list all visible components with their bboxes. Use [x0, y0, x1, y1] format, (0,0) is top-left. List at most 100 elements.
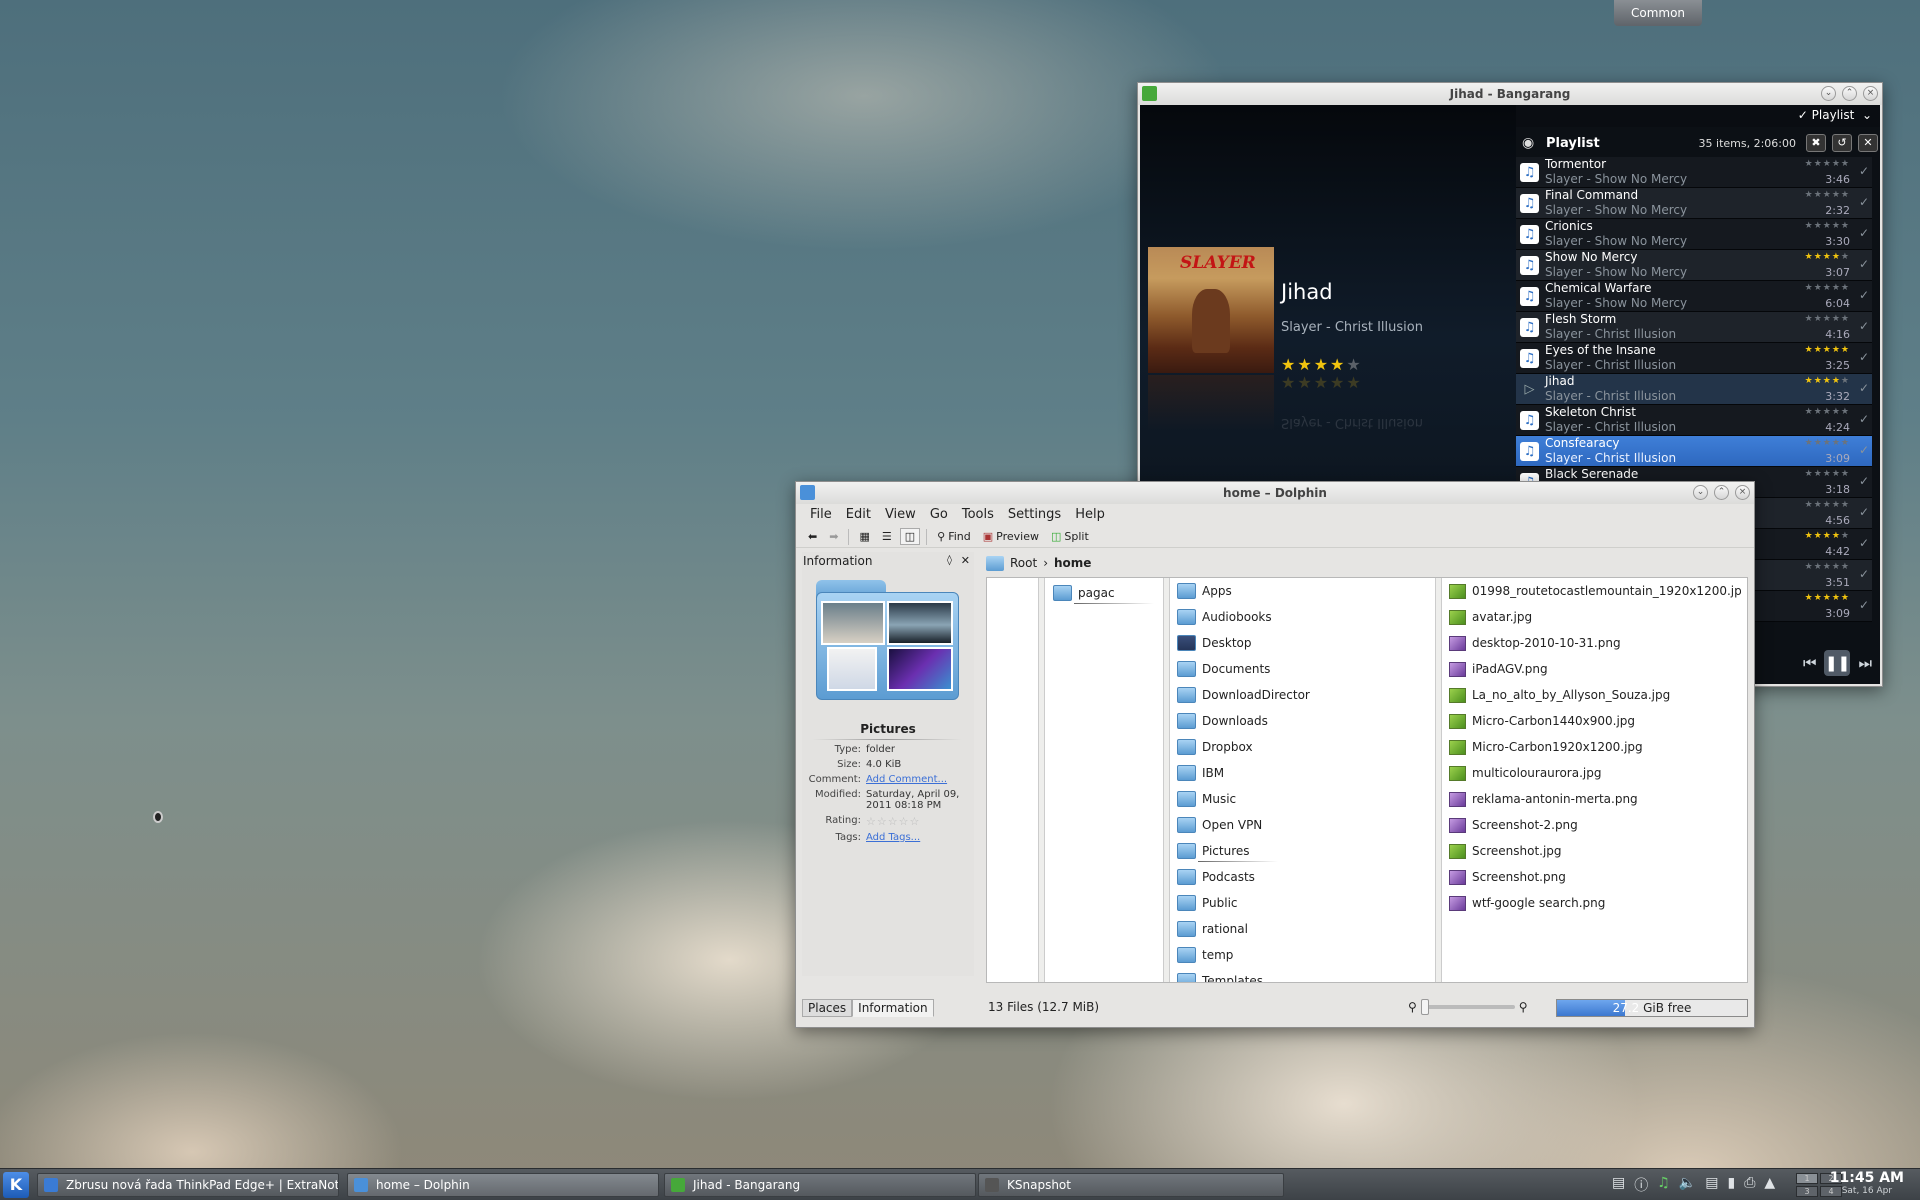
star-icon[interactable]: ★ — [1805, 252, 1814, 262]
folder-item[interactable]: Desktop — [1171, 630, 1431, 656]
star-icon[interactable]: ★ — [1814, 500, 1823, 510]
check-icon[interactable]: ✓ — [1859, 567, 1869, 581]
menu-settings[interactable]: Settings — [1002, 504, 1067, 526]
maximize-button[interactable]: ⌃ — [1714, 485, 1729, 500]
star-icon[interactable]: ★ — [1814, 407, 1823, 417]
star-icon[interactable]: ★ — [1805, 283, 1814, 293]
star-icon[interactable]: ★ — [1805, 314, 1814, 324]
star-icon[interactable]: ★ — [1841, 438, 1850, 448]
playlist-row[interactable]: ♫ Final Command Slayer - Show No Mercy ★★★★… — [1516, 188, 1872, 219]
track-rating[interactable]: ★★★★★ — [1805, 221, 1850, 231]
folder-item[interactable]: Dropbox — [1171, 734, 1431, 760]
add-tags-link[interactable]: Add Tags... — [866, 832, 974, 843]
check-icon[interactable]: ✓ — [1859, 381, 1869, 395]
close-panel-icon[interactable]: ✕ — [961, 552, 970, 570]
star-icon[interactable]: ★ — [1832, 469, 1841, 479]
folder-item[interactable]: Open VPN — [1171, 812, 1431, 838]
star-icon[interactable]: ★ — [1314, 355, 1330, 374]
star-icon[interactable]: ★ — [1832, 562, 1841, 572]
star-icon[interactable]: ★ — [1823, 159, 1832, 169]
maximize-button[interactable]: ⌃ — [1842, 86, 1857, 101]
star-icon[interactable]: ★ — [1823, 190, 1832, 200]
playlist-row[interactable]: ♫ Crionics Slayer - Show No Mercy ★★★★★ 3:30… — [1516, 219, 1872, 250]
pause-button[interactable]: ❚❚ — [1824, 650, 1851, 676]
split-button[interactable]: ◫ Split — [1047, 529, 1093, 544]
kde-launcher-button[interactable]: K — [3, 1172, 29, 1198]
star-icon[interactable]: ★ — [1814, 283, 1823, 293]
star-icon[interactable]: ★ — [1841, 500, 1850, 510]
info-icon[interactable]: ⓘ — [1634, 1175, 1648, 1195]
star-icon[interactable]: ★ — [1823, 314, 1832, 324]
check-icon[interactable]: ✓ — [1859, 164, 1869, 178]
forward-icon[interactable]: ➡ — [825, 529, 842, 544]
star-icon[interactable]: ★ — [1814, 345, 1823, 355]
star-icon[interactable]: ★ — [1832, 221, 1841, 231]
tray-expand-icon[interactable]: ▲ — [1764, 1175, 1775, 1195]
check-icon[interactable]: ✓ — [1859, 319, 1869, 333]
check-icon[interactable]: ✓ — [1859, 350, 1869, 364]
playlist-row[interactable]: ♫ Skeleton Christ Slayer - Christ Illusion… — [1516, 405, 1872, 436]
folder-item[interactable]: temp — [1171, 942, 1431, 968]
playlist-row[interactable]: ♫ Consfearacy Slayer - Christ Illusion ★★★★… — [1516, 436, 1872, 467]
star-icon[interactable]: ★ — [1841, 562, 1850, 572]
playlist-row[interactable]: ♫ Chemical Warfare Slayer - Show No Mercy ★… — [1516, 281, 1872, 312]
star-icon[interactable]: ★ — [1330, 355, 1346, 374]
star-icon[interactable]: ★ — [1805, 159, 1814, 169]
column-divider[interactable] — [1163, 578, 1170, 982]
icons-view-icon[interactable]: ▦ — [855, 529, 873, 544]
dolphin-titlebar[interactable]: home – Dolphin ⌄ ⌃ × — [796, 482, 1754, 504]
star-icon[interactable]: ★ — [1841, 159, 1850, 169]
zoom-out-icon[interactable]: ⚲ — [1408, 1000, 1417, 1014]
star-icon[interactable]: ★ — [1832, 314, 1841, 324]
check-icon[interactable]: ✓ — [1859, 412, 1869, 426]
star-icon[interactable]: ★ — [1832, 190, 1841, 200]
star-icon[interactable]: ★ — [1823, 531, 1832, 541]
star-icon[interactable]: ★ — [1346, 355, 1362, 374]
task-bangarang[interactable]: Jihad - Bangarang — [664, 1173, 976, 1197]
star-icon[interactable]: ★ — [1814, 159, 1823, 169]
clipboard-icon[interactable]: ▤ — [1705, 1175, 1718, 1195]
star-icon[interactable]: ★ — [1823, 593, 1832, 603]
track-rating[interactable]: ★★★★★ — [1805, 593, 1850, 603]
menu-file[interactable]: File — [804, 504, 838, 526]
star-icon[interactable]: ★ — [1832, 438, 1841, 448]
star-icon[interactable]: ★ — [1823, 407, 1832, 417]
track-rating[interactable]: ★★★★★ — [1805, 500, 1850, 510]
folder-item[interactable]: Apps — [1171, 578, 1431, 604]
star-icon[interactable]: ★ — [1841, 593, 1850, 603]
star-icon[interactable]: ★ — [1823, 221, 1832, 231]
star-icon[interactable]: ★ — [1823, 283, 1832, 293]
back-icon[interactable]: ⬅ — [804, 529, 821, 544]
track-rating[interactable]: ★★★★★ — [1805, 376, 1850, 386]
check-icon[interactable]: ✓ — [1859, 443, 1869, 457]
star-icon[interactable]: ★ — [1823, 252, 1832, 262]
file-item[interactable]: desktop-2010-10-31.png — [1443, 630, 1741, 656]
desktop-1[interactable]: 1 — [1796, 1173, 1818, 1184]
file-item[interactable]: reklama-antonin-merta.png — [1443, 786, 1741, 812]
file-item[interactable]: Screenshot.png — [1443, 864, 1741, 890]
zoom-slider-handle[interactable] — [1420, 999, 1429, 1015]
star-icon[interactable]: ★ — [1297, 355, 1313, 374]
track-rating[interactable]: ★★★★★ — [1805, 345, 1850, 355]
playlist-row[interactable]: ♫ Show No Mercy Slayer - Show No Mercy ★★★★… — [1516, 250, 1872, 281]
star-icon[interactable]: ★ — [1805, 221, 1814, 231]
file-item[interactable]: iPadAGV.png — [1443, 656, 1741, 682]
printer-icon[interactable]: ⎙ — [1744, 1175, 1755, 1195]
check-icon[interactable]: ✓ — [1859, 226, 1869, 240]
bangarang-tray-icon[interactable]: ♫ — [1657, 1175, 1670, 1195]
file-item[interactable]: Micro-Carbon1920x1200.jpg — [1443, 734, 1741, 760]
menu-tools[interactable]: Tools — [956, 504, 1000, 526]
star-icon[interactable]: ★ — [1814, 190, 1823, 200]
star-icon[interactable]: ★ — [1805, 500, 1814, 510]
star-icon[interactable]: ★ — [1823, 345, 1832, 355]
star-icon[interactable]: ★ — [1281, 355, 1297, 374]
battery-icon[interactable]: ▮ — [1727, 1175, 1735, 1195]
star-icon[interactable]: ★ — [1832, 593, 1841, 603]
star-icon[interactable]: ★ — [1832, 159, 1841, 169]
star-icon[interactable]: ★ — [1814, 221, 1823, 231]
folder-item[interactable]: Music — [1171, 786, 1431, 812]
star-icon[interactable]: ★ — [1841, 376, 1850, 386]
star-icon[interactable]: ★ — [1814, 252, 1823, 262]
star-icon[interactable]: ★ — [1805, 531, 1814, 541]
star-icon[interactable]: ★ — [1832, 376, 1841, 386]
